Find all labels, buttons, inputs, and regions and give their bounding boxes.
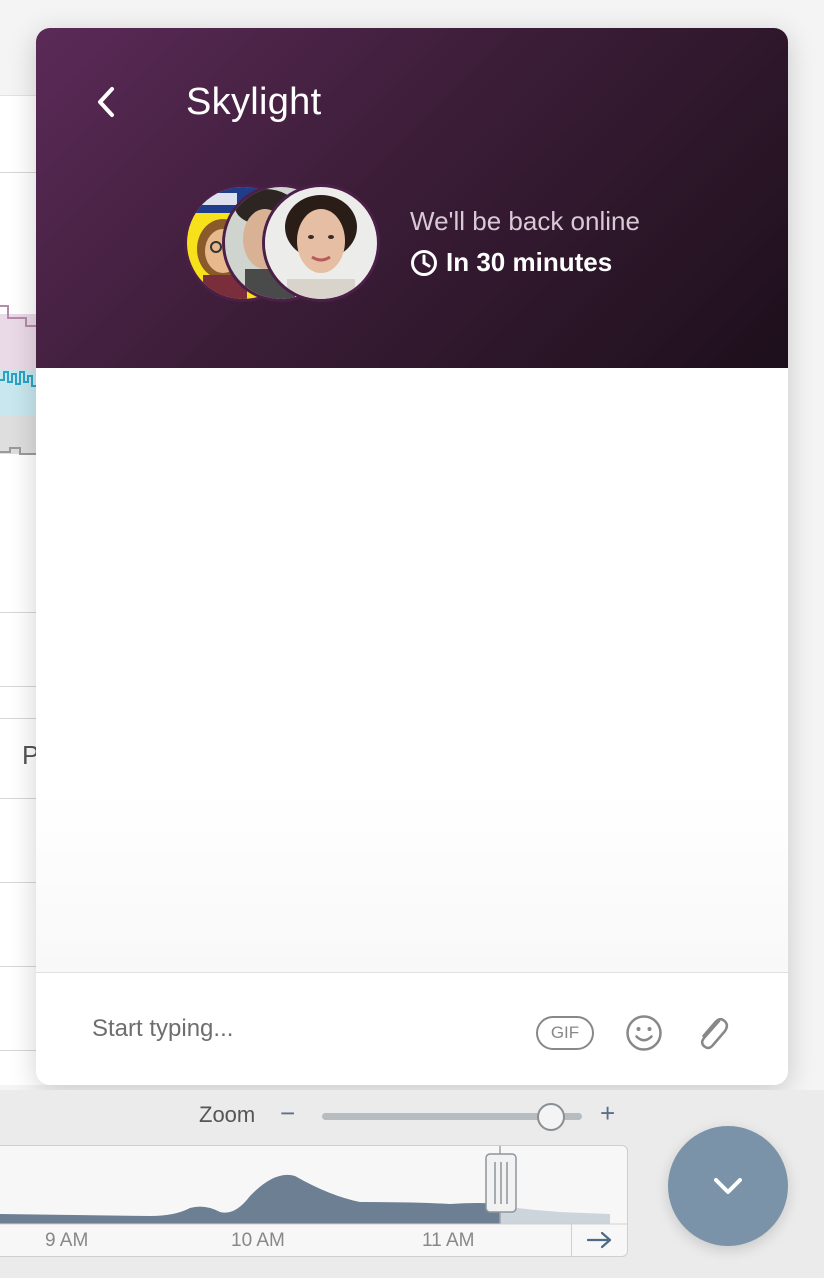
- timeline-next-button[interactable]: [571, 1222, 627, 1256]
- chevron-down-icon: [714, 1178, 742, 1194]
- reply-eta-text: In 30 minutes: [446, 247, 613, 277]
- team-member-avatar: [262, 184, 380, 302]
- chevron-left-icon: [98, 87, 114, 117]
- team-avatars: [184, 184, 384, 304]
- timeline-overview[interactable]: 9 AM 10 AM 11 AM: [0, 1145, 628, 1257]
- paperclip-icon: [700, 1018, 729, 1050]
- smiley-icon: [626, 1015, 662, 1051]
- arrow-right-icon: [586, 1231, 611, 1248]
- time-label: 10 AM: [231, 1230, 285, 1251]
- time-label: 11 AM: [422, 1230, 475, 1251]
- zoom-label: Zoom: [199, 1102, 256, 1127]
- message-composer: GIF: [36, 972, 788, 1085]
- zoom-slider[interactable]: [322, 1103, 582, 1131]
- back-button[interactable]: [86, 82, 126, 122]
- zoom-in-button[interactable]: +: [600, 1098, 615, 1129]
- zoom-slider-thumb[interactable]: [536, 1103, 565, 1131]
- zoom-out-button[interactable]: −: [280, 1098, 295, 1129]
- attach-button[interactable]: [692, 1011, 732, 1053]
- gif-button[interactable]: GIF: [536, 1016, 594, 1050]
- emoji-button[interactable]: [624, 1013, 664, 1053]
- time-label: 9 AM: [45, 1230, 89, 1251]
- clock-icon: [411, 249, 437, 276]
- chat-title: Skylight: [186, 81, 322, 123]
- message-input[interactable]: [92, 1001, 512, 1057]
- conversation-area: [36, 368, 788, 972]
- chat-widget: Skylight We'll be back online In 30 minu…: [36, 28, 788, 1085]
- availability-status: We'll be back online: [410, 206, 640, 236]
- timeline-area-chart: [0, 1146, 627, 1225]
- chat-header: Skylight We'll be back online In 30 minu…: [36, 28, 788, 368]
- reply-eta: In 30 minutes: [410, 247, 612, 278]
- chat-launcher-button[interactable]: [668, 1126, 788, 1246]
